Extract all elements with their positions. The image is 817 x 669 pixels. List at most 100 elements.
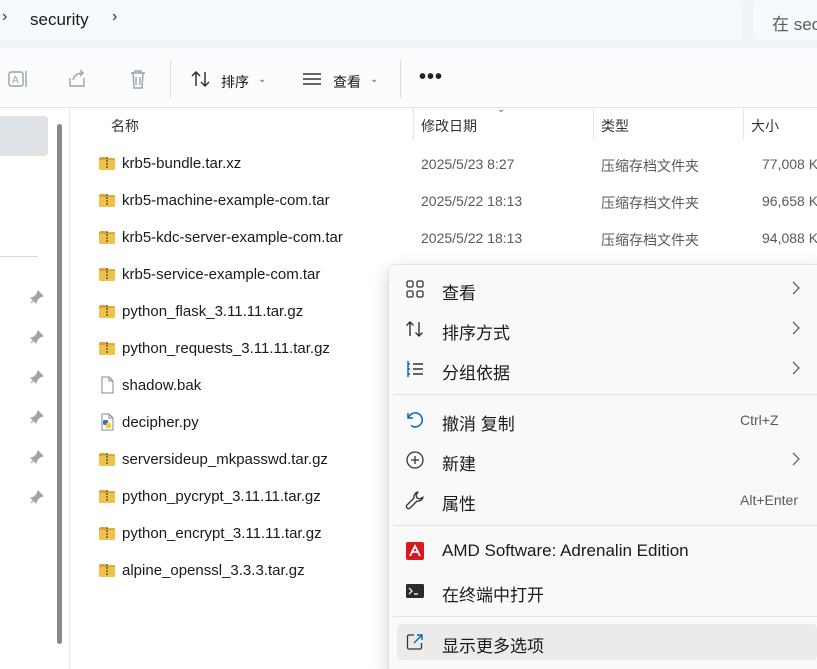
address-bar[interactable]: › security › <box>0 0 742 40</box>
nav-divider <box>0 256 38 257</box>
archive-icon <box>99 268 115 281</box>
chevron-down-icon[interactable]: ⌄ <box>370 74 378 85</box>
file-name: python_requests_3.11.11.tar.gz <box>122 340 330 357</box>
file-date: 2025/5/22 18:13 <box>421 193 523 209</box>
file-name: krb5-service-example-com.tar <box>122 266 321 283</box>
menu-item-label: 在终端中打开 <box>442 586 544 605</box>
archive-icon <box>99 231 115 244</box>
context-menu: 查看 排序方式 分组依据 撤消 复制 Ctrl+Z 新建 属性 Alt+Ente… <box>388 264 817 669</box>
sort-icon[interactable] <box>190 68 212 90</box>
delete-icon[interactable] <box>127 68 149 90</box>
menu-item-properties[interactable]: 属性 Alt+Enter <box>397 482 817 518</box>
address-row: › security › 在 security 中搜索 <box>0 0 817 48</box>
group-list-icon <box>407 361 423 377</box>
file-name: alpine_openssl_3.3.3.tar.gz <box>122 562 305 579</box>
file-name: python_flask_3.11.11.tar.gz <box>122 303 304 320</box>
archive-icon <box>99 194 115 207</box>
file-size: 77,008 KB <box>762 156 817 172</box>
nav-scrollbar[interactable] <box>57 124 62 644</box>
menu-item-label: 分组依据 <box>442 364 510 383</box>
menu-item-label: 新建 <box>442 455 476 474</box>
archive-icon <box>99 342 115 355</box>
file-name: python_encrypt_3.11.11.tar.gz <box>122 525 322 542</box>
file-type: 压缩存档文件夹 <box>601 195 699 211</box>
menu-item-view[interactable]: 查看 <box>397 271 817 307</box>
file-type: 压缩存档文件夹 <box>601 158 699 174</box>
view-button[interactable]: 查看 <box>333 72 361 92</box>
menu-item-label: AMD Software: Adrenalin Edition <box>442 541 689 560</box>
menu-item-undo-copy[interactable]: 撤消 复制 Ctrl+Z <box>397 402 817 438</box>
file-name: serversideup_mkpasswd.tar.gz <box>122 451 328 468</box>
file-name: python_pycrypt_3.11.11.tar.gz <box>122 488 321 505</box>
chevron-right-icon <box>792 321 800 335</box>
breadcrumb-chevron-icon[interactable]: › <box>112 8 117 26</box>
command-bar: A 排序 ⌄ 查看 ⌄ ••• <box>0 48 817 108</box>
breadcrumb-item-security[interactable]: security <box>30 10 89 30</box>
column-header-type[interactable]: 类型 <box>601 116 629 136</box>
menu-item-amd-software[interactable]: AMD Software: Adrenalin Edition <box>397 533 817 569</box>
file-row[interactable]: krb5-kdc-server-example-com.tar 2025/5/22… <box>96 220 817 256</box>
share-icon[interactable] <box>67 68 89 90</box>
file-name: decipher.py <box>122 414 199 431</box>
sort-icon <box>406 321 423 337</box>
menu-separator <box>393 525 817 526</box>
breadcrumb-chevron-icon[interactable]: › <box>2 8 7 26</box>
menu-item-label: 属性 <box>442 495 476 514</box>
file-row[interactable]: krb5-bundle.tar.xz 2025/5/23 8:27 压缩存档文件夹 7… <box>96 146 817 182</box>
menu-item-open-in-terminal[interactable]: 在终端中打开 <box>397 573 817 609</box>
archive-icon <box>99 453 115 466</box>
menu-item-sort-by[interactable]: 排序方式 <box>397 311 817 347</box>
sort-descending-icon: ⌄ <box>497 104 506 115</box>
menu-item-label: 撤消 复制 <box>442 415 515 434</box>
column-header-size[interactable]: 大小 <box>751 116 779 136</box>
python-file-icon <box>101 413 114 431</box>
shortcut-text: Alt+Enter <box>740 492 798 508</box>
pin-icon[interactable] <box>30 370 44 384</box>
search-input[interactable]: 在 security 中搜索 <box>772 10 817 35</box>
menu-item-new[interactable]: 新建 <box>397 442 817 478</box>
toolbar-divider <box>400 60 401 98</box>
menu-item-show-more-options[interactable]: 显示更多选项 <box>397 624 817 660</box>
amd-logo-icon <box>406 542 424 560</box>
navigation-pane <box>0 108 70 669</box>
column-header-name[interactable]: 名称 <box>111 116 139 136</box>
archive-icon <box>99 490 115 503</box>
column-divider[interactable] <box>593 108 594 140</box>
pin-icon[interactable] <box>30 410 44 424</box>
column-header-date[interactable]: 修改日期 <box>421 116 477 136</box>
file-size: 94,088 KB <box>762 230 817 246</box>
file-date: 2025/5/23 8:27 <box>421 156 515 172</box>
file-row[interactable]: krb5-machine-example-com.tar 2025/5/22 18… <box>96 183 817 219</box>
terminal-icon <box>406 584 424 598</box>
view-grid-icon <box>406 280 424 298</box>
chevron-down-icon[interactable]: ⌄ <box>258 74 266 85</box>
pin-icon[interactable] <box>30 450 44 464</box>
more-options-button[interactable]: ••• <box>419 66 443 89</box>
nav-item-selected[interactable] <box>0 116 48 156</box>
pin-icon[interactable] <box>30 290 44 304</box>
show-more-icon <box>406 634 423 650</box>
file-size: 96,658 KB <box>762 193 817 209</box>
menu-item-label: 排序方式 <box>442 324 510 343</box>
svg-text:A: A <box>12 75 19 86</box>
rename-icon[interactable]: A <box>8 68 30 90</box>
sort-button[interactable]: 排序 <box>221 72 249 92</box>
column-divider[interactable] <box>413 108 414 140</box>
column-divider[interactable] <box>743 108 744 140</box>
archive-icon <box>99 527 115 540</box>
shortcut-text: Ctrl+Z <box>740 412 779 428</box>
archive-icon <box>99 564 115 577</box>
chevron-right-icon <box>792 361 800 375</box>
pin-icon[interactable] <box>30 330 44 344</box>
undo-icon <box>407 412 423 428</box>
chevron-right-icon <box>792 452 800 466</box>
file-name: krb5-kdc-server-example-com.tar <box>122 229 343 246</box>
menu-item-label: 查看 <box>442 284 476 303</box>
menu-item-label: 显示更多选项 <box>442 637 544 656</box>
chevron-right-icon <box>792 281 800 295</box>
pin-icon[interactable] <box>30 490 44 504</box>
menu-item-group-by[interactable]: 分组依据 <box>397 351 817 387</box>
view-list-icon[interactable] <box>301 68 323 90</box>
file-name: shadow.bak <box>122 377 202 394</box>
menu-separator <box>393 394 817 395</box>
